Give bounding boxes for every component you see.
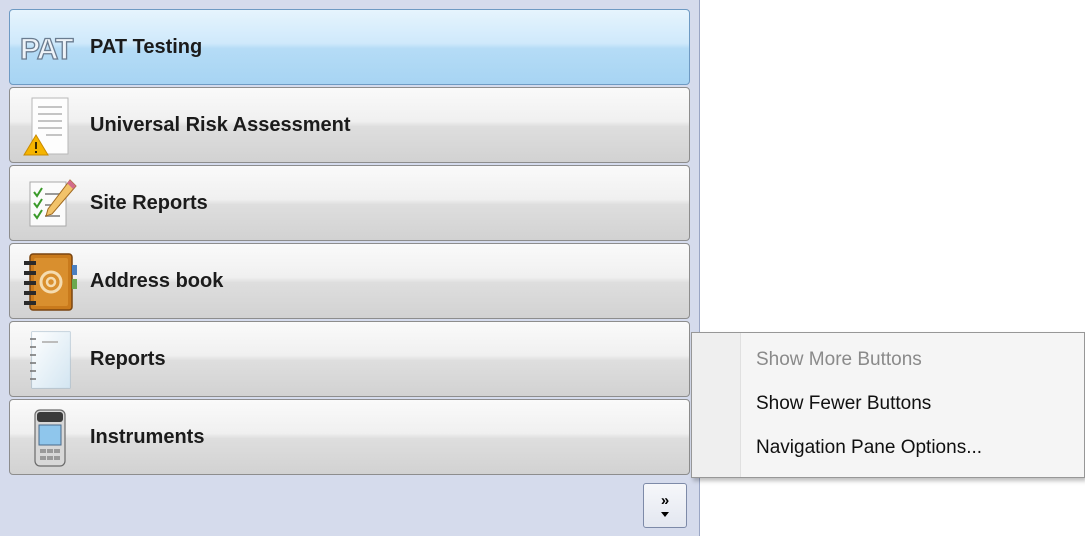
configure-buttons-button[interactable]: » [643, 483, 687, 528]
checklist-pencil-icon [18, 173, 82, 235]
pat-logo-text: PAT [20, 33, 73, 66]
pat-logo-icon: PAT [18, 17, 82, 79]
nav-button-label: Instruments [90, 425, 205, 448]
menu-item-show-fewer-buttons[interactable]: Show Fewer Buttons [756, 389, 931, 419]
tester-device-icon [18, 407, 82, 469]
nav-button-label: Site Reports [90, 191, 208, 214]
navigation-pane: PAT PAT Testing Universal Risk Assessmen… [0, 0, 700, 536]
address-book-icon [18, 251, 82, 313]
nav-button-label: Address book [90, 269, 224, 292]
nav-button-instruments[interactable]: Instruments [9, 399, 690, 475]
notepad-icon [18, 329, 82, 391]
menu-item-show-more-buttons: Show More Buttons [756, 349, 922, 370]
menu-item-navigation-pane-options[interactable]: Navigation Pane Options... [756, 433, 982, 463]
warning-document-icon [18, 95, 82, 157]
nav-button-address-book[interactable]: Address book [9, 243, 690, 319]
nav-button-label: Universal Risk Assessment [90, 113, 351, 136]
app-root: PAT PAT Testing Universal Risk Assessmen… [0, 0, 1085, 536]
nav-button-universal-risk-assessment[interactable]: Universal Risk Assessment [9, 87, 690, 163]
nav-button-site-reports[interactable]: Site Reports [9, 165, 690, 241]
nav-button-reports[interactable]: Reports [9, 321, 690, 397]
nav-button-label: Reports [90, 347, 166, 370]
double-chevron-icon: » [660, 492, 670, 509]
configure-buttons-menu: Show More Buttons Show Fewer Buttons Nav… [691, 332, 1085, 478]
nav-button-pat-testing[interactable]: PAT PAT Testing [9, 9, 690, 85]
dropdown-arrow-icon [661, 512, 669, 517]
nav-button-label: PAT Testing [90, 35, 203, 58]
